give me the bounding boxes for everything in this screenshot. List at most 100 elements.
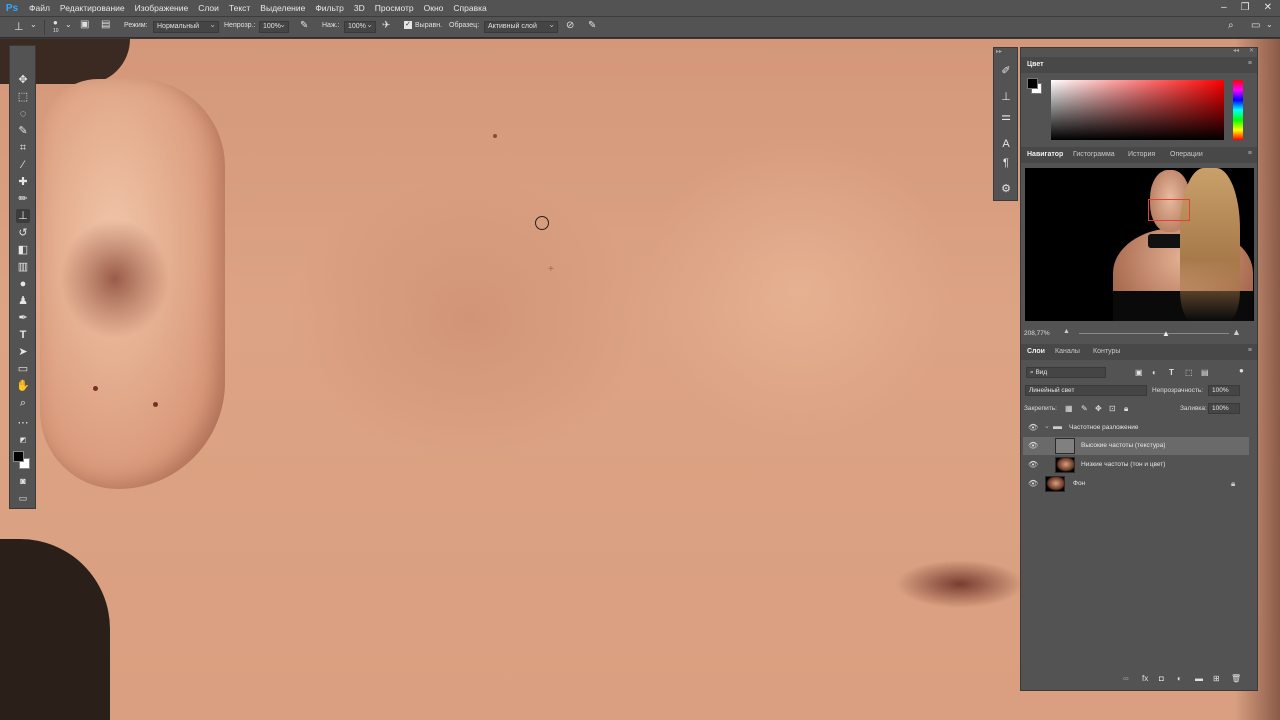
close-icon[interactable]: ✕ [1264,2,1272,13]
mode-select[interactable]: Нормальный [153,20,219,33]
layer-row-group[interactable]: 👁︎ ⌄ ▬ Частотное разложение [1023,419,1249,437]
shape-tool-icon[interactable]: ▭ [16,362,30,376]
visibility-eye-icon[interactable]: 👁︎ [1028,423,1038,432]
aligned-checkbox[interactable]: ✓ [404,21,412,29]
layer-row-low-freq[interactable]: 👁︎ Низкие частоты (тон и цвет) [1023,456,1249,474]
color-fg-swatch[interactable] [1027,78,1038,89]
add-mask-icon[interactable]: ◘ [1159,674,1164,683]
zoom-out-icon[interactable]: ▲ [1063,328,1070,335]
delete-layer-icon[interactable]: 🗑︎ [1231,674,1241,683]
eraser-tool-icon[interactable]: ◧ [16,243,30,257]
move-tool-icon[interactable]: ✥ [16,73,30,87]
clone-stamp-icon[interactable]: ⊥ [14,20,24,33]
blend-mode-select[interactable]: Линейный свет [1025,385,1147,396]
adjustments-icon[interactable]: ⚌ [999,110,1013,124]
crop-tool-icon[interactable]: ⌗ [16,141,30,155]
hue-slider[interactable] [1233,80,1243,140]
new-group-icon[interactable]: ▬ [1195,674,1203,683]
zoom-in-icon[interactable]: ▲ [1232,327,1241,337]
menu-image[interactable]: Изображение [130,3,194,13]
opacity-input[interactable]: 100% [259,20,289,33]
tab-history[interactable]: История [1128,151,1155,158]
gradient-tool-icon[interactable]: ▥ [16,260,30,274]
sample-select[interactable]: Активный слой [484,20,558,33]
menu-view[interactable]: Просмотр [370,3,419,13]
menu-type[interactable]: Текст [224,3,255,13]
dock-collapse-icon[interactable]: ▸▸ [996,48,1002,55]
menu-3d[interactable]: 3D [349,3,370,13]
layers-menu-icon[interactable]: ≡ [1248,347,1252,354]
zoom-slider-track[interactable] [1079,333,1229,334]
pressure-size-icon[interactable]: ✎ [588,20,596,31]
adjustment-layer-icon[interactable]: ◐ [1177,674,1182,683]
lock-all-icon[interactable]: 🔒︎ [1124,404,1128,414]
menu-layers[interactable]: Слои [193,3,224,13]
restore-icon[interactable]: ❐ [1241,2,1250,13]
zoom-tool-icon[interactable]: ⌕ [16,396,30,410]
brush-preview-icon[interactable]: ● [53,18,58,27]
panels-close-icon[interactable]: ✕ [1249,47,1254,54]
brush-tool-icon[interactable]: ✏ [16,192,30,206]
pressure-opacity-icon[interactable]: ✎ [300,20,308,31]
eyedropper-tool-icon[interactable]: ⁄ [16,158,30,172]
layer-opacity-input[interactable]: 100% [1208,385,1240,396]
menu-select[interactable]: Выделение [255,3,310,13]
visibility-eye-icon[interactable]: 👁︎ [1028,441,1038,450]
character-icon[interactable]: A [999,137,1013,151]
default-colors-icon[interactable]: ◩ [16,434,30,448]
menu-filter[interactable]: Фильтр [310,3,349,13]
layer-filter-select[interactable]: ⌕ Вид [1026,367,1106,378]
visibility-eye-icon[interactable]: 👁︎ [1028,460,1038,469]
menu-file[interactable]: Файл [24,3,55,13]
tab-navigator[interactable]: Навигатор [1027,151,1063,158]
menu-edit[interactable]: Редактирование [55,3,130,13]
navigator-menu-icon[interactable]: ≡ [1248,150,1252,157]
tab-layers[interactable]: Слои [1027,348,1045,355]
lock-position-icon[interactable]: ✥ [1095,404,1102,413]
zoom-value[interactable]: 208,77% [1024,330,1050,337]
tool-preset-chevron-icon[interactable]: ⌄ [30,20,37,29]
fill-input[interactable]: 100% [1208,403,1240,414]
filter-shape-icon[interactable]: ⬚ [1185,368,1193,377]
filter-pixel-icon[interactable]: ▣ [1135,368,1143,377]
screen-mode-icon[interactable]: ▭ [16,491,30,505]
link-layers-icon[interactable]: ∞ [1123,674,1129,683]
search-icon[interactable]: ⌕ [1228,20,1234,31]
blur-tool-icon[interactable]: ● [16,277,30,291]
fx-icon[interactable]: fx [1142,674,1148,683]
color-panel-menu-icon[interactable]: ≡ [1248,60,1252,67]
panels-collapse-icon[interactable]: ◂◂ [1233,47,1239,54]
quick-mask-icon[interactable]: ◙ [16,474,30,488]
lock-artboard-icon[interactable]: ⊡ [1109,404,1116,413]
filter-smart-object-icon[interactable]: ▤ [1201,368,1209,377]
filter-type-icon[interactable]: T [1169,368,1174,377]
lock-transparency-icon[interactable]: ▦ [1065,404,1073,413]
workspace-chevron-icon[interactable]: ⌄ [1266,20,1273,29]
clone-stamp-tool-icon[interactable]: ⊥ [16,209,30,223]
zoom-slider-thumb[interactable]: ▲ [1162,329,1170,338]
type-tool-icon[interactable]: T [16,328,30,342]
dodge-tool-icon[interactable]: ♟ [16,294,30,308]
healing-brush-tool-icon[interactable]: ✚ [16,175,30,189]
properties-icon[interactable]: ⚙ [999,182,1013,196]
filter-adjustment-icon[interactable]: ◐ [1152,368,1157,377]
brush-panel-icon[interactable]: ▣ [80,19,89,30]
airbrush-icon[interactable]: ✈ [382,20,390,31]
new-layer-icon[interactable]: ⊞ [1213,674,1220,683]
lasso-tool-icon[interactable]: ◌ [16,107,30,121]
brush-chevron-icon[interactable]: ⌄ [65,20,72,29]
minimize-icon[interactable]: – [1221,2,1227,13]
pen-tool-icon[interactable]: ✒ [16,311,30,325]
history-brush-tool-icon[interactable]: ↺ [16,226,30,240]
lock-pixels-icon[interactable]: ✎ [1081,404,1088,413]
menu-help[interactable]: Справка [448,3,491,13]
more-tools-icon[interactable]: ⋯ [16,416,30,430]
group-expand-icon[interactable]: ⌄ [1044,422,1050,430]
quick-select-tool-icon[interactable]: ✎ [16,124,30,138]
path-select-tool-icon[interactable]: ➤ [16,345,30,359]
ignore-adjustment-icon[interactable]: ⊘ [566,20,574,31]
filter-toggle-icon[interactable]: ● [1239,366,1244,375]
layer-row-high-freq[interactable]: 👁︎ Высокие частоты (текстура) [1023,437,1249,455]
paragraph-icon[interactable]: ¶ [999,156,1013,170]
tab-actions[interactable]: Операции [1170,151,1203,158]
